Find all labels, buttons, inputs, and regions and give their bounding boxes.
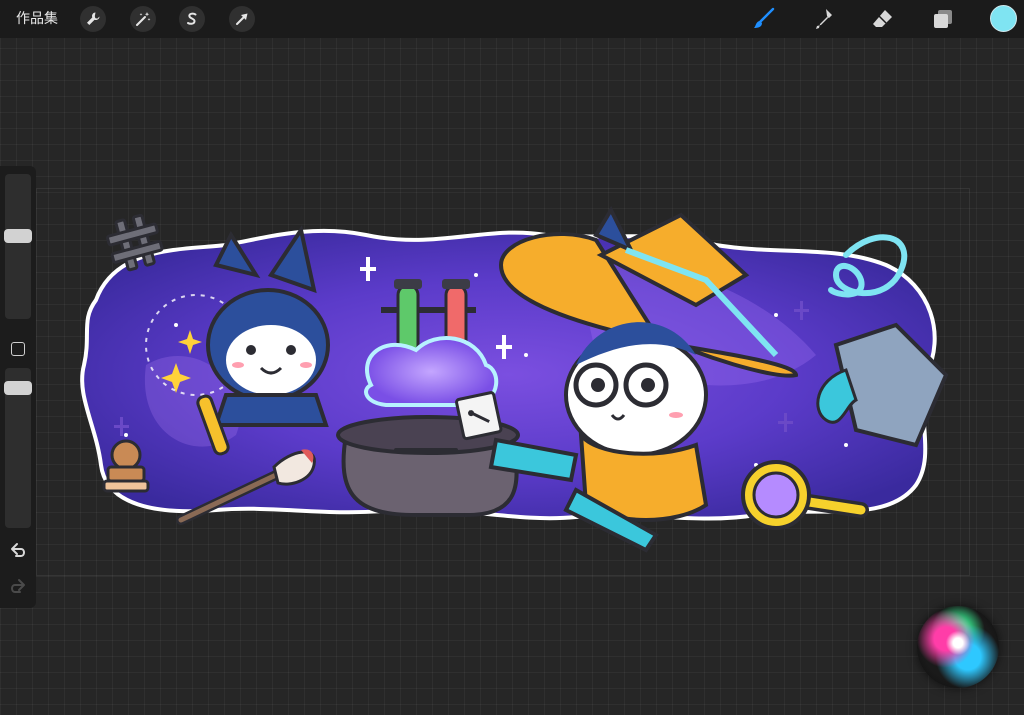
undo-icon[interactable] [7, 540, 29, 562]
actions-button[interactable] [80, 6, 106, 32]
arrow-cursor-icon [236, 13, 248, 25]
opacity-handle[interactable] [4, 381, 32, 396]
eraser-icon [873, 10, 892, 27]
selection-s-icon [187, 12, 197, 25]
brush-size-handle[interactable] [4, 229, 32, 244]
brush-tool-button[interactable] [751, 6, 777, 32]
layers-button[interactable] [930, 6, 956, 32]
transform-button[interactable] [229, 6, 255, 32]
redo-icon[interactable] [7, 576, 29, 598]
wrench-icon [87, 12, 100, 25]
smudge-finger-icon [816, 9, 832, 29]
siri-orb[interactable] [917, 606, 999, 688]
color-picker-button[interactable] [990, 5, 1017, 32]
top-toolbar: 作品集 [0, 0, 1024, 38]
magic-wand-icon [136, 12, 151, 26]
adjustments-button[interactable] [130, 6, 156, 32]
left-sidebar [0, 166, 36, 608]
canvas-artwork[interactable] [56, 205, 956, 555]
layers-icon [934, 10, 952, 28]
selection-button[interactable] [179, 6, 205, 32]
brush-icon [754, 7, 775, 28]
smudge-tool-button[interactable] [810, 6, 836, 32]
paper-note-doodle [455, 391, 503, 441]
eraser-tool-button[interactable] [870, 6, 896, 32]
modify-square-icon[interactable] [11, 342, 25, 356]
brush-size-slider[interactable] [5, 174, 31, 319]
gallery-button[interactable]: 作品集 [16, 9, 58, 29]
